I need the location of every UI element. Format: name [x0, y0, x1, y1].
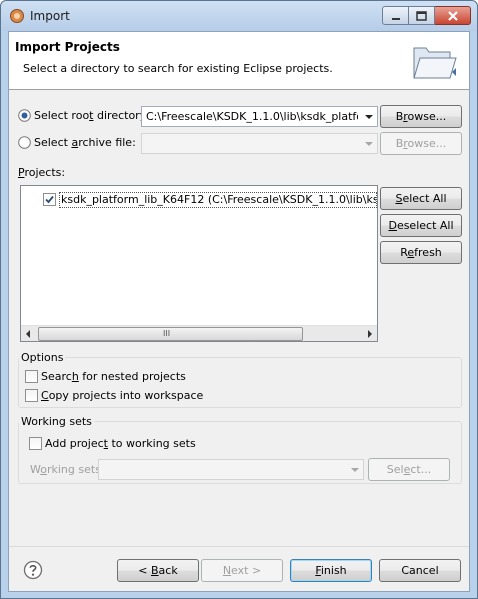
select-archive-file-radio[interactable]	[18, 136, 31, 149]
title-bar[interactable]: Import	[1, 1, 477, 31]
import-dialog: Import Import Projects Select a director…	[0, 0, 478, 599]
working-sets-label: Working sets:	[30, 463, 105, 476]
working-sets-group-title: Working sets	[19, 415, 94, 428]
wizard-header: Import Projects Select a directory to se…	[9, 32, 469, 90]
browse-archive-button[interactable]: Browse...	[380, 132, 462, 155]
maximize-icon	[416, 11, 427, 21]
minimize-button[interactable]	[382, 6, 409, 25]
scrollbar-grip: III	[163, 329, 171, 338]
copy-projects-checkbox[interactable]	[25, 389, 38, 402]
add-to-working-sets-checkbox[interactable]	[29, 437, 42, 450]
root-directory-combo[interactable]: C:\Freescale\KSDK_1.1.0\lib\ksdk_platfor…	[141, 106, 378, 127]
close-button[interactable]	[435, 6, 471, 25]
project-checkbox[interactable]	[43, 193, 56, 206]
copy-projects-label: Copy projects into workspace	[41, 389, 204, 402]
dialog-client: Import Projects Select a directory to se…	[8, 31, 470, 592]
back-button[interactable]: < Back	[117, 559, 199, 582]
minimize-icon	[392, 18, 400, 20]
chevron-down-icon	[351, 468, 359, 472]
chevron-down-icon	[365, 142, 373, 146]
root-directory-value: C:\Freescale\KSDK_1.1.0\lib\ksdk_platfor…	[146, 110, 358, 123]
archive-file-combo[interactable]	[141, 133, 378, 154]
window-title: Import	[30, 9, 70, 23]
page-title: Import Projects	[15, 40, 120, 54]
chevron-down-icon	[365, 115, 373, 119]
projects-list[interactable]: ksdk_platform_lib_K64F12 (C:\Freescale\K…	[20, 185, 378, 342]
browse-directory-button[interactable]: Browse...	[380, 105, 462, 128]
list-item[interactable]: ksdk_platform_lib_K64F12 (C:\Freescale\K…	[43, 192, 377, 208]
folder-open-icon	[413, 47, 457, 79]
page-description: Select a directory to search for existin…	[23, 62, 333, 75]
finish-button[interactable]: Finish	[290, 559, 372, 582]
add-to-working-sets-label: Add project to working sets	[45, 437, 196, 450]
select-archive-file-label: Select archive file:	[34, 136, 136, 149]
options-group-title: Options	[19, 351, 66, 364]
search-nested-label: Search for nested projects	[41, 370, 186, 383]
projects-label: Projects:	[18, 166, 66, 179]
eclipse-import-icon	[10, 9, 24, 23]
search-nested-checkbox[interactable]	[25, 370, 38, 383]
select-working-set-button[interactable]: Select...	[368, 458, 450, 481]
footer-separator	[9, 546, 469, 547]
close-icon	[448, 11, 458, 21]
select-all-button[interactable]: Select All	[380, 187, 462, 210]
cancel-button[interactable]: Cancel	[379, 559, 461, 582]
select-root-directory-radio[interactable]	[18, 109, 31, 122]
select-root-directory-label: Select root directory:	[34, 109, 150, 122]
refresh-button[interactable]: Refresh	[380, 241, 462, 264]
help-question-icon[interactable]	[23, 560, 43, 580]
deselect-all-button[interactable]: Deselect All	[380, 214, 462, 237]
scrollbar-thumb[interactable]: III	[38, 327, 303, 341]
scroll-left-icon[interactable]	[24, 330, 32, 338]
scroll-right-icon[interactable]	[366, 330, 374, 338]
horizontal-scrollbar[interactable]: III	[21, 325, 377, 341]
working-sets-combo[interactable]	[98, 459, 364, 480]
maximize-button[interactable]	[409, 6, 435, 25]
next-button[interactable]: Next >	[201, 559, 283, 582]
project-item-label: ksdk_platform_lib_K64F12 (C:\Freescale\K…	[59, 192, 377, 208]
